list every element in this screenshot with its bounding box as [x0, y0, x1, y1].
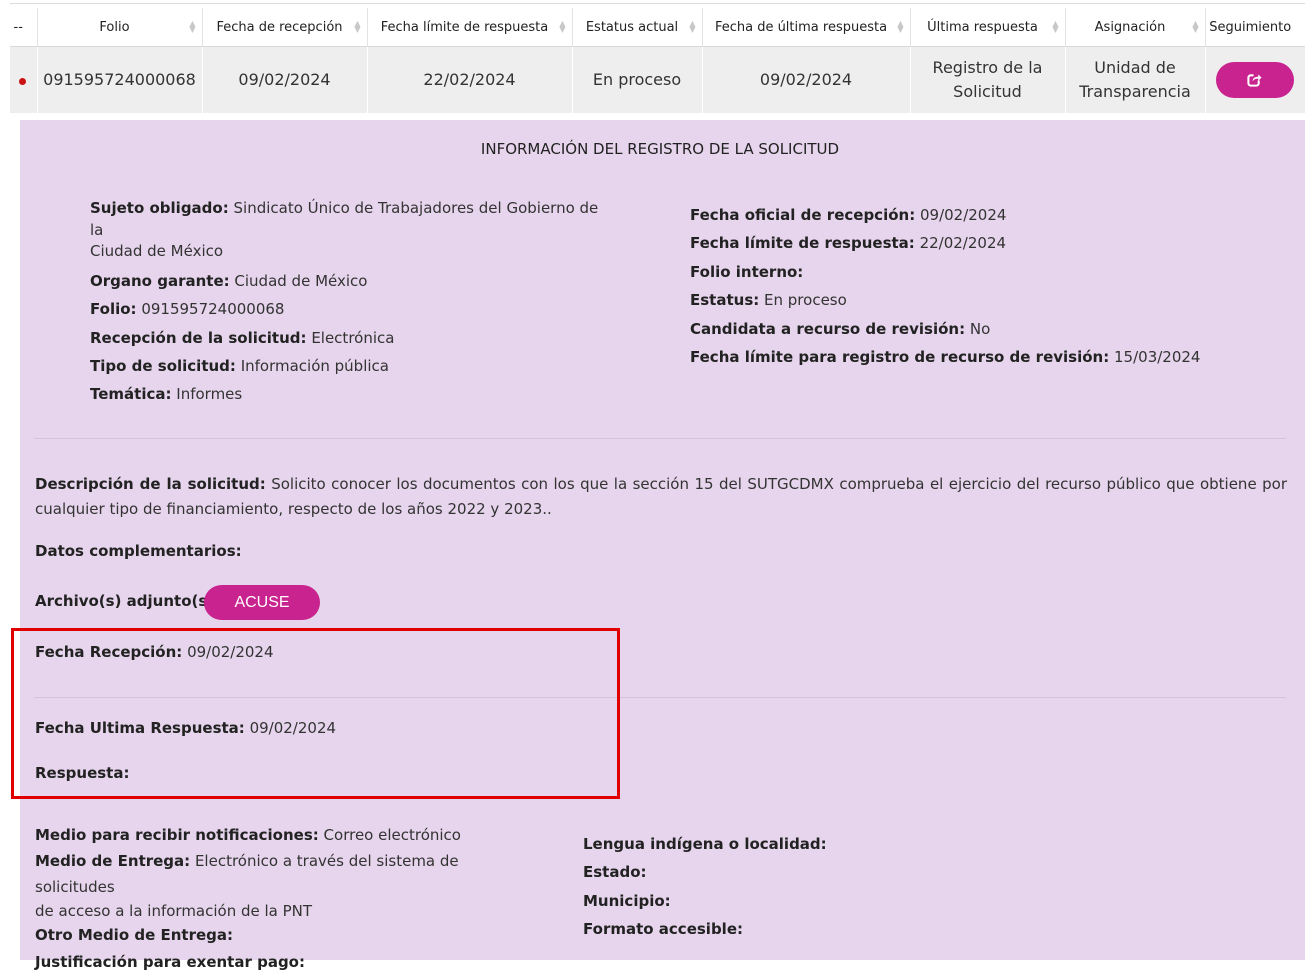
sort-icon: ▲ ▼: [189, 19, 196, 34]
detail-recepcion: Recepción de la solicitud: Electrónica: [90, 328, 395, 347]
panel-title: INFORMACIÓN DEL REGISTRO DE LA SOLICITUD: [480, 140, 840, 158]
cell-fecha-ultima: 09/02/2024: [702, 46, 911, 113]
detail-estatus: Estatus: En proceso: [690, 291, 847, 310]
status-dot-icon: [19, 78, 26, 85]
entrega-left-column: Medio para recibir notificaciones: Corre…: [35, 822, 535, 976]
medio-entrega: Medio de Entrega: Electrónico a través d…: [35, 852, 459, 896]
justificacion-exentar-pago: Justificación para exentar pago:: [35, 953, 305, 971]
col-header-indicator: --: [10, 8, 38, 47]
col-header-seguimiento: Seguimiento: [1205, 8, 1305, 47]
detail-folio: Folio: 091595724000068: [90, 300, 285, 319]
detail-sujeto-obligado: Sujeto obligado: Sindicato Único de Trab…: [90, 199, 599, 239]
descripcion-line2: cualquier tipo de financiamiento, respec…: [35, 500, 552, 518]
external-link-icon: [1247, 72, 1262, 87]
seguimiento-button[interactable]: [1215, 62, 1294, 98]
col-header-fecha-recepcion[interactable]: Fecha de recepción ▲ ▼: [202, 8, 368, 47]
sort-icon: ▲ ▼: [1192, 19, 1199, 34]
medio-notificaciones: Medio para recibir notificaciones: Corre…: [35, 826, 461, 844]
detail-right-column: Fecha oficial de recepción: 09/02/2024 F…: [690, 201, 1290, 371]
col-header-fecha-limite[interactable]: Fecha límite de respuesta ▲ ▼: [367, 8, 573, 47]
detail-fecha-oficial: Fecha oficial de recepción: 09/02/2024: [690, 206, 1007, 224]
estado: Estado:: [583, 863, 647, 882]
cell-fecha-recepcion: 09/02/2024: [202, 46, 368, 113]
detail-tipo-solicitud: Tipo de solicitud: Información pública: [90, 356, 389, 375]
cell-ultima-respuesta: Registro de la Solicitud: [910, 46, 1066, 113]
table-top-border: [10, 3, 1305, 4]
cell-folio: 091595724000068: [37, 46, 203, 113]
status-dot-cell: [10, 46, 38, 113]
detail-tematica: Temática: Informes: [90, 385, 243, 404]
table-row[interactable]: 091595724000068 09/02/2024 22/02/2024 En…: [10, 46, 1305, 113]
formato-accesible: Formato accesible:: [583, 919, 743, 938]
detail-organo-garante: Organo garante: Ciudad de México: [90, 272, 368, 290]
request-detail-panel: INFORMACIÓN DEL REGISTRO DE LA SOLICITUD…: [20, 120, 1305, 971]
municipio: Municipio:: [583, 891, 671, 910]
descripcion-block: Descripción de la solicitud: Solicito co…: [35, 472, 1287, 522]
descripcion-line1: Descripción de la solicitud: Solicito co…: [35, 475, 1287, 493]
detail-left-column: Sujeto obligado: Sindicato Único de Trab…: [90, 197, 610, 408]
otro-medio-entrega: Otro Medio de Entrega:: [35, 926, 234, 944]
sort-icon: ▲ ▼: [559, 19, 566, 34]
sort-icon: ▲ ▼: [354, 19, 361, 34]
ultima-respuesta-line1: Registro de la: [932, 58, 1043, 77]
cell-fecha-limite: 22/02/2024: [367, 46, 573, 113]
datos-complementarios: Datos complementarios:: [35, 542, 242, 560]
sort-icon: ▲ ▼: [897, 19, 904, 34]
detail-fecha-limite-recurso: Fecha límite para registro de recurso de…: [690, 348, 1201, 367]
asignacion-line2: Transparencia: [1079, 82, 1191, 101]
archivos-adjuntos-label: Archivo(s) adjunto(s):: [35, 592, 221, 610]
detail-candidata-recurso: Candidata a recurso de revisión: No: [690, 319, 991, 338]
medio-entrega-cont: de acceso a la información de la PNT: [35, 902, 313, 920]
entrega-right-column: Lengua indígena o localidad: Estado: Mun…: [583, 830, 1183, 943]
cell-asignacion: Unidad de Transparencia: [1065, 46, 1206, 113]
col-header-estatus[interactable]: Estatus actual ▲ ▼: [572, 8, 703, 47]
annotation-highlight-box: [11, 628, 620, 799]
col-header-folio[interactable]: Folio ▲ ▼: [37, 8, 203, 47]
asignacion-line1: Unidad de: [1094, 58, 1176, 77]
col-header-ultima-respuesta[interactable]: Última respuesta ▲ ▼: [910, 8, 1066, 47]
ultima-respuesta-line2: Solicitud: [953, 82, 1022, 101]
requests-table: -- Folio ▲ ▼ Fecha de recepción ▲ ▼ Fecha lí…: [10, 8, 1305, 113]
table-header-row: -- Folio ▲ ▼ Fecha de recepción ▲ ▼ Fecha lí…: [10, 8, 1305, 47]
cell-seguimiento: [1205, 46, 1305, 113]
col-header-fecha-ultima[interactable]: Fecha de última respuesta ▲ ▼: [702, 8, 911, 47]
requests-table-container: -- Folio ▲ ▼ Fecha de recepción ▲ ▼ Fecha lí…: [10, 8, 1305, 113]
lengua-indigena: Lengua indígena o localidad:: [583, 835, 827, 853]
sort-icon: ▲ ▼: [689, 19, 696, 34]
col-header-asignacion[interactable]: Asignación ▲ ▼: [1065, 8, 1206, 47]
detail-fecha-limite: Fecha límite de respuesta: 22/02/2024: [690, 234, 1007, 253]
detail-sujeto-obligado-cont: Ciudad de México: [90, 242, 224, 260]
acuse-button[interactable]: ACUSE: [204, 585, 320, 620]
sort-icon: ▲ ▼: [1052, 19, 1059, 34]
section-divider: [34, 438, 1286, 439]
detail-folio-interno: Folio interno:: [690, 262, 804, 281]
cell-estatus: En proceso: [572, 46, 703, 113]
